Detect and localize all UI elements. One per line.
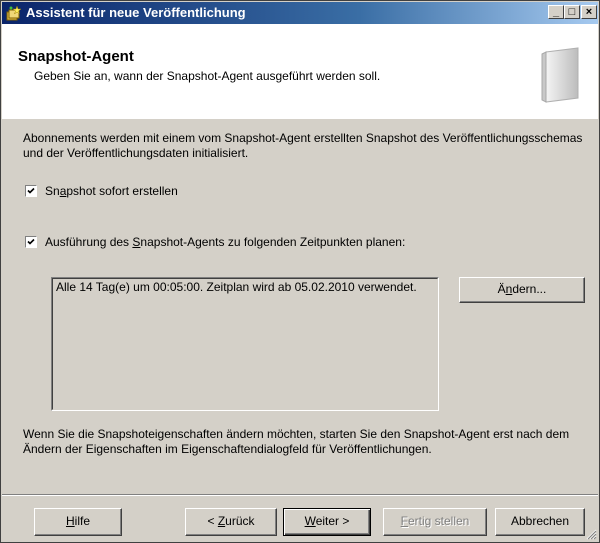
header-divider: [2, 118, 598, 119]
checkmark-icon: [27, 238, 35, 245]
change-schedule-button[interactable]: Ändern...: [459, 277, 585, 303]
title-bar[interactable]: Assistent für neue Veröffentlichung _ □ …: [2, 2, 598, 24]
checkmark-icon: [27, 187, 35, 194]
back-button[interactable]: < Zurück: [185, 508, 277, 536]
schedule-description: Alle 14 Tag(e) um 00:05:00. Zeitplan wir…: [56, 280, 417, 294]
schedule-description-box: Alle 14 Tag(e) um 00:05:00. Zeitplan wir…: [51, 277, 439, 411]
close-button[interactable]: ×: [581, 5, 597, 19]
wizard-window: Assistent für neue Veröffentlichung _ □ …: [0, 0, 600, 543]
schedule-agent-label[interactable]: Ausführung des Snapshot-Agents zu folgen…: [45, 235, 405, 249]
help-button[interactable]: Hilfe: [34, 508, 122, 536]
wizard-header: Snapshot-Agent Geben Sie an, wann der Sn…: [2, 24, 598, 119]
schedule-agent-checkbox[interactable]: [25, 236, 37, 248]
finish-button[interactable]: Fertig stellen: [383, 508, 487, 536]
next-button[interactable]: Weiter >: [283, 508, 371, 536]
window-title: Assistent für neue Veröffentlichung: [26, 5, 246, 20]
maximize-button[interactable]: □: [564, 5, 580, 19]
page-subtitle: Geben Sie an, wann der Snapshot-Agent au…: [34, 69, 381, 83]
page-title: Snapshot-Agent: [18, 48, 134, 65]
create-snapshot-label[interactable]: Snapshot sofort erstellen: [45, 184, 178, 198]
description-text: Abonnements werden mit einem vom Snapsho…: [23, 131, 583, 160]
create-snapshot-checkbox[interactable]: [25, 185, 37, 197]
cancel-button[interactable]: Abbrechen: [495, 508, 585, 536]
minimize-button[interactable]: _: [548, 5, 564, 19]
wizard-app-icon: [6, 5, 22, 21]
resize-grip-icon[interactable]: [585, 528, 597, 540]
document-book-icon: [541, 47, 579, 103]
note-text: Wenn Sie die Snapshoteigenschaften änder…: [23, 427, 570, 456]
